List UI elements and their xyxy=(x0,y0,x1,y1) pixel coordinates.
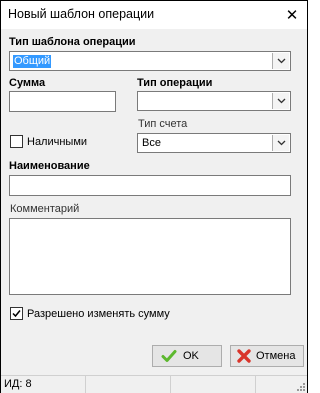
cancel-button-label: Отмена xyxy=(256,350,296,362)
account-type-select[interactable]: Все xyxy=(137,133,291,153)
chevron-down-icon[interactable] xyxy=(272,135,289,151)
template-type-value: Общий xyxy=(13,55,52,68)
cross-icon xyxy=(236,348,252,364)
name-input[interactable] xyxy=(9,175,291,196)
resize-grip-icon[interactable] xyxy=(296,382,306,392)
status-bar: ИД: 8 xyxy=(1,375,307,393)
close-icon: ✕ xyxy=(285,7,299,24)
dialog-window: Новый шаблон операции ✕ Тип шаблона опер… xyxy=(0,0,308,393)
comment-label: Комментарий xyxy=(10,203,80,215)
cash-checkbox[interactable] xyxy=(10,135,23,148)
name-label: Наименование xyxy=(9,160,90,172)
template-type-select[interactable]: Общий xyxy=(9,51,291,71)
allow-change-label[interactable]: Разрешено изменять сумму xyxy=(27,308,170,320)
title-bar: Новый шаблон операции ✕ xyxy=(1,1,307,29)
amount-label: Сумма xyxy=(9,77,46,89)
chevron-down-icon[interactable] xyxy=(272,93,289,109)
close-button[interactable]: ✕ xyxy=(279,2,305,28)
comment-textarea[interactable] xyxy=(9,218,291,295)
check-icon xyxy=(161,348,177,364)
cash-label[interactable]: Наличными xyxy=(27,136,87,148)
ok-button[interactable]: OK xyxy=(152,345,222,367)
check-mark-icon xyxy=(12,310,21,318)
template-type-label: Тип шаблона операции xyxy=(9,36,136,48)
status-cell-2 xyxy=(86,376,171,393)
account-type-value: Все xyxy=(142,137,161,149)
window-title: Новый шаблон операции xyxy=(8,7,155,21)
status-cell-id xyxy=(1,376,86,393)
allow-change-checkbox[interactable] xyxy=(10,307,23,320)
chevron-down-icon[interactable] xyxy=(272,53,289,69)
status-cell-3 xyxy=(171,376,256,393)
operation-type-select[interactable] xyxy=(137,91,291,111)
amount-input[interactable] xyxy=(9,91,116,112)
operation-type-label: Тип операции xyxy=(137,77,213,89)
ok-button-label: OK xyxy=(183,350,199,362)
cancel-button[interactable]: Отмена xyxy=(230,345,304,367)
account-type-label: Тип счета xyxy=(138,118,188,130)
